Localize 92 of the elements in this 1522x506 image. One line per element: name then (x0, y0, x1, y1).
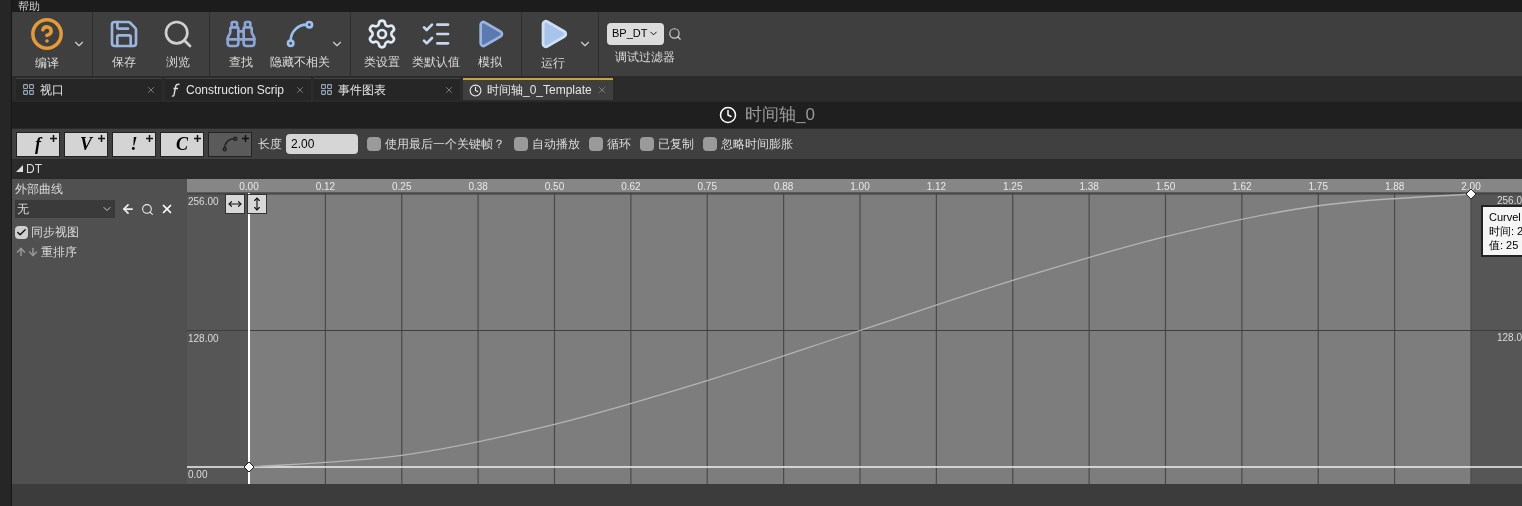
plus-icon (242, 134, 249, 142)
search-icon[interactable] (668, 26, 683, 41)
toolbar-button[interactable]: 编译 (20, 15, 88, 73)
reorder-label: 重排序 (41, 244, 77, 261)
time-tick-label: 1.88 (1384, 181, 1405, 192)
time-tick-label: 0.62 (621, 181, 641, 192)
toolbar-button[interactable]: 类设置 (355, 15, 409, 73)
clock-icon (719, 106, 738, 124)
key-handle[interactable] (1465, 188, 1477, 200)
toolbar-button[interactable]: 隐藏不相关 (268, 15, 346, 73)
plus-icon (146, 134, 153, 142)
fit-horizontal-button[interactable] (225, 194, 245, 214)
length-label: 长度 (258, 136, 282, 153)
time-tick-label: 1.50 (1155, 181, 1176, 192)
menu-item[interactable]: 帮助 (18, 1, 40, 12)
add-track-button[interactable]: V (64, 131, 108, 157)
add-track-button[interactable]: f (16, 131, 60, 157)
panel-title: 时间轴_0 (745, 104, 815, 127)
time-tick-label: 0.25 (392, 181, 412, 192)
tab-label: 时间轴_0_Template (487, 82, 592, 99)
checkbox[interactable] (589, 137, 603, 151)
toolbar-button[interactable]: 查找 (214, 15, 268, 73)
plus-icon (50, 134, 57, 142)
checkbox-label: 已复制 (658, 136, 694, 153)
checkbox-label: 忽略时间膨胀 (721, 136, 793, 153)
arrow-down-icon[interactable] (27, 246, 39, 258)
toolbar-button[interactable]: 运行 (526, 15, 594, 73)
checkbox[interactable] (367, 137, 381, 151)
editor-tab[interactable]: 事件图表 (314, 78, 460, 100)
toolbar-button[interactable]: 类默认值 (409, 15, 463, 73)
debug-object-dropdown[interactable]: BP_DT (607, 22, 665, 45)
curve-dropdown[interactable]: 无 (15, 200, 115, 218)
checkbox-label: 使用最后一个关键帧？ (385, 136, 505, 153)
close-icon[interactable] (295, 84, 305, 95)
plus-icon (98, 134, 105, 142)
grid-icon (22, 83, 35, 96)
time-tick-label: 0.38 (468, 181, 488, 192)
editor-tab[interactable]: 时间轴_0_Template (463, 78, 613, 100)
fit-vertical-button[interactable] (247, 194, 267, 214)
time-tick-label: 0.50 (544, 181, 565, 192)
function-icon (171, 82, 181, 97)
grid-icon (320, 83, 333, 96)
checkbox[interactable] (703, 137, 717, 151)
time-tick-label: 2.00 (1461, 181, 1481, 192)
search-icon[interactable] (141, 202, 154, 216)
tab-label: Construction Scrip (186, 81, 286, 99)
checkbox-label: 同步视图 (31, 224, 79, 241)
editor-tab[interactable]: 视口 (16, 78, 162, 100)
tab-label: 视口 (40, 81, 65, 99)
time-tick-label: 0.88 (773, 181, 794, 192)
toolbar-button[interactable]: 模拟 (463, 15, 517, 73)
clock-icon (469, 83, 482, 97)
value-tick-label: 128.0 (1497, 331, 1522, 343)
settings-icon (366, 17, 398, 50)
toolbar-button[interactable]: 浏览 (151, 15, 205, 73)
time-tick-label: 0.00 (239, 181, 259, 192)
tooltip-text: 时间: 2 (1489, 224, 1522, 238)
editor-tab[interactable]: Construction Scrip (165, 78, 311, 100)
checkbox-label: 自动播放 (532, 136, 580, 153)
close-icon[interactable] (160, 202, 174, 216)
plus-icon (194, 134, 201, 142)
time-tick-label: 0.75 (697, 181, 717, 192)
value-tick-label: 0.00 (188, 469, 208, 480)
close-icon[interactable] (146, 84, 156, 95)
time-tick-label: 1.75 (1308, 181, 1328, 192)
toolbar-button[interactable]: 保存 (97, 15, 151, 73)
time-tick-label: 1.62 (1232, 181, 1252, 192)
checkbox[interactable] (640, 137, 654, 151)
value-tick-label: 128.00 (188, 332, 219, 344)
time-tick-label: 1.38 (1079, 181, 1099, 192)
value-tick-label: 256.0 (1497, 195, 1522, 206)
checkbox[interactable] (15, 225, 28, 239)
checkbox[interactable] (514, 137, 528, 151)
checkbox-label: 循环 (607, 136, 631, 153)
time-tick-label: 0.12 (315, 181, 336, 192)
time-tick-label: 1.12 (926, 181, 947, 192)
close-icon[interactable] (444, 84, 454, 95)
add-track-button[interactable]: ! (112, 131, 156, 157)
time-tick-label: 1.25 (1003, 181, 1023, 192)
arrow-up-icon[interactable] (15, 246, 27, 258)
add-track-button[interactable]: C (160, 131, 204, 157)
external-curve-label: 外部曲线 (15, 181, 64, 198)
debug-filter-label: 调试过滤器 (614, 48, 675, 66)
length-field[interactable]: 2.00 (286, 134, 358, 154)
curve-icon (221, 135, 239, 153)
tooltip-text: Curvel (1489, 210, 1522, 224)
value-tick-label: 256.00 (188, 196, 219, 207)
tab-label: 事件图表 (338, 81, 387, 99)
expand-triangle-icon (16, 165, 23, 172)
tooltip-text: 值: 25 (1489, 238, 1520, 252)
key-handle[interactable] (243, 461, 255, 473)
time-tick-label: 1.00 (850, 181, 870, 192)
